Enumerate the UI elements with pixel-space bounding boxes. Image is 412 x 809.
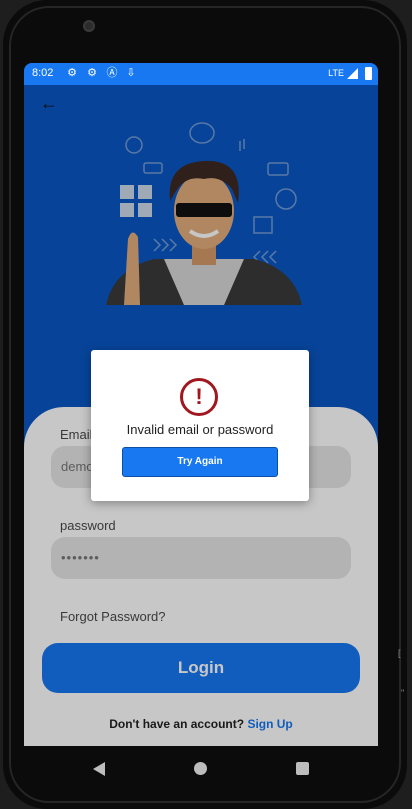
a-circle-icon: Ⓐ: [106, 67, 118, 79]
network-type: LTE: [328, 68, 344, 78]
nav-back-icon[interactable]: [93, 762, 105, 776]
status-bar: 8:02 ⚙ ⚙ Ⓐ ⇩ LTE: [24, 63, 378, 85]
system-nav-bar: [24, 746, 378, 792]
battery-icon: [365, 67, 372, 80]
download-icon: ⇩: [126, 67, 136, 79]
dialog-message: Invalid email or password: [126, 422, 274, 437]
front-camera: [83, 20, 95, 32]
nav-recents-icon[interactable]: [296, 762, 309, 775]
gear-icon: ⚙: [87, 67, 97, 79]
try-again-button[interactable]: Try Again: [122, 447, 278, 477]
app-screen: 8:02 ⚙ ⚙ Ⓐ ⇩ LTE ← Email demo password •…: [24, 63, 378, 746]
exclamation-circle-icon: !: [180, 378, 218, 416]
background-window-fragment: ": [401, 688, 405, 698]
signal-icon: [347, 68, 358, 79]
error-dialog: ! Invalid email or password Try Again: [91, 350, 309, 501]
status-time: 8:02: [32, 67, 54, 79]
gear-icon: ⚙: [67, 67, 77, 79]
background-window-fragment: [: [398, 648, 401, 658]
nav-home-icon[interactable]: [194, 762, 207, 775]
